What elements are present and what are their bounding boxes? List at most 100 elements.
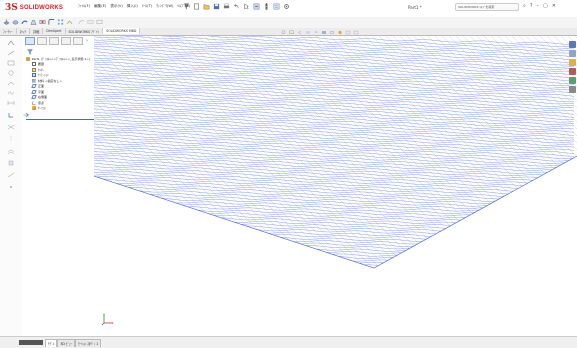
menu-file[interactable]: ﾌｧｲﾙ(F) xyxy=(78,4,90,9)
zoom-area-icon[interactable] xyxy=(289,30,295,35)
scroll-arrows[interactable] xyxy=(19,340,43,345)
arc-tool-icon[interactable] xyxy=(7,80,15,86)
graphics-area[interactable] xyxy=(94,36,577,336)
tree-node-label: Part1 (ﾃﾞﾌｫﾙﾄ<<ﾃﾞﾌｫﾙﾄ>>_表示状態 1>) xyxy=(32,56,91,61)
undo-icon[interactable] xyxy=(233,3,240,10)
view-palette-icon[interactable] xyxy=(569,68,576,75)
print-icon[interactable] xyxy=(223,3,230,10)
tab-motion-study[interactable]: ﾓｰｼｮﾝ ｽﾀﾃﾞｨ 1 xyxy=(75,339,102,347)
dimxpert-manager-tab[interactable] xyxy=(61,37,71,45)
appearance-icon[interactable] xyxy=(337,30,343,35)
cut-icon[interactable] xyxy=(39,18,46,26)
maximize-button[interactable]: ▢ xyxy=(543,3,548,9)
tree-node-surface[interactable]: ｻｰﾌｪｽ xyxy=(26,106,94,112)
view-orientation-icon[interactable] xyxy=(313,30,319,35)
menu-tools[interactable]: ﾂｰﾙ(T) xyxy=(142,4,152,9)
spline-tool-icon[interactable] xyxy=(7,90,15,96)
file-explorer-icon[interactable] xyxy=(569,59,576,66)
save-icon[interactable] xyxy=(213,3,220,10)
filter-icon[interactable] xyxy=(27,49,33,55)
design-library-icon[interactable] xyxy=(569,50,576,57)
solidworks-resources-icon[interactable] xyxy=(569,41,576,48)
panel-expand-icon[interactable]: › xyxy=(86,38,88,44)
display-settings-icon[interactable] xyxy=(353,30,359,35)
appearances-icon[interactable] xyxy=(569,77,576,84)
convert-tool-icon[interactable] xyxy=(7,160,15,166)
display-style-icon[interactable] xyxy=(321,30,327,35)
document-title: Part1 * xyxy=(408,5,422,10)
traffic-light-icon[interactable] xyxy=(263,3,270,10)
select-icon[interactable] xyxy=(243,3,250,10)
tab-evaluate[interactable]: 評価 xyxy=(30,28,44,34)
rectangle-tool-icon[interactable] xyxy=(7,60,15,66)
menu-window[interactable]: ｳｨﾝﾄﾞｳ(W) xyxy=(156,4,173,9)
hide-show-icon[interactable] xyxy=(329,30,335,35)
tab-mbd[interactable]: SOLIDWORKS MBD xyxy=(103,28,141,34)
revolve-icon[interactable] xyxy=(12,18,19,26)
gear-icon[interactable] xyxy=(283,3,290,10)
part-icon xyxy=(26,56,30,61)
open-folder-icon[interactable] xyxy=(203,3,210,10)
minimize-button[interactable]: – xyxy=(536,3,539,9)
fillet-icon[interactable] xyxy=(48,18,55,26)
curves-icon[interactable] xyxy=(78,18,85,26)
scene-icon[interactable] xyxy=(345,30,351,35)
tab-sketch[interactable]: ｽｹｯﾁ xyxy=(17,28,30,34)
help-search-input[interactable]: SOLIDWORKS ﾍﾙﾌﾟを検索 xyxy=(455,3,519,11)
tree-node-label: ｱﾉﾃｰｼｮﾝ xyxy=(38,73,49,78)
mirror-tool-icon[interactable] xyxy=(7,136,15,142)
tree-node-part[interactable]: Part1 (ﾃﾞﾌｫﾙﾄ<<ﾃﾞﾌｫﾙﾄ>>_表示状態 1>) xyxy=(26,56,94,62)
pin-icon[interactable] xyxy=(183,3,190,10)
tree-node-label: 右側面 xyxy=(38,95,48,100)
extrude-icon[interactable] xyxy=(3,18,10,26)
sketch-tool-icon[interactable] xyxy=(7,40,15,46)
tab-features[interactable]: ﾌｨｰﾁｬｰ xyxy=(0,28,17,34)
custom-properties-icon[interactable] xyxy=(569,86,576,93)
sensor-icon xyxy=(32,67,36,72)
sweep-icon[interactable] xyxy=(21,18,28,26)
plane-icon xyxy=(31,84,37,89)
rebuild-icon[interactable] xyxy=(253,3,260,10)
solidworks-logo[interactable]: 3S SOLIDWORKS xyxy=(5,2,63,13)
point-tool-icon[interactable] xyxy=(7,184,15,190)
offset-tool-icon[interactable] xyxy=(7,148,15,154)
close-button[interactable]: ✕ xyxy=(552,3,556,9)
menu-insert[interactable]: 挿入(I) xyxy=(127,4,138,9)
previous-view-icon[interactable] xyxy=(297,30,303,35)
tree-node-label: ｾﾝｻｰ xyxy=(38,67,45,72)
instant3d-icon[interactable] xyxy=(87,18,94,26)
tab-3d-views[interactable]: 3D ﾋﾞｭｰ xyxy=(57,339,76,347)
mesh-boundary xyxy=(94,155,577,269)
search-icon[interactable]: ⌕ xyxy=(523,3,526,9)
tab-dimxpert[interactable]: DimXpert xyxy=(43,28,66,34)
trim-tool-icon[interactable] xyxy=(7,124,15,130)
menu-view[interactable]: 表示(V) xyxy=(110,4,122,9)
help-button[interactable]: ? xyxy=(530,3,533,9)
rollback-arrow-icon[interactable] xyxy=(23,112,29,118)
relation-tool-icon[interactable] xyxy=(7,112,15,118)
section-view-icon[interactable] xyxy=(305,30,311,35)
line-tool-icon[interactable] xyxy=(7,50,15,56)
feature-tree-tab[interactable] xyxy=(25,37,35,45)
circle-tool-icon[interactable] xyxy=(7,70,15,76)
tree-node-label: 平面 xyxy=(38,89,45,94)
feature-manager-tabs xyxy=(25,37,83,45)
options-icon[interactable] xyxy=(273,3,280,10)
reference-geometry-icon[interactable] xyxy=(66,18,73,26)
display-manager-tab[interactable] xyxy=(73,37,83,45)
property-manager-tab[interactable] xyxy=(37,37,47,45)
menu-edit[interactable]: 編集(E) xyxy=(94,4,106,9)
smart-dimension-icon[interactable] xyxy=(7,172,15,178)
rollback-bar[interactable] xyxy=(26,119,94,120)
tab-model[interactable]: ﾓﾃﾞﾙ xyxy=(45,339,58,347)
configuration-manager-tab[interactable] xyxy=(49,37,59,45)
tab-addins[interactable]: SOLIDWORKS ｱﾄﾞｲﾝ xyxy=(66,28,104,34)
surface-mesh xyxy=(94,36,577,269)
zoom-to-fit-icon[interactable] xyxy=(281,30,287,35)
new-document-icon[interactable] xyxy=(193,3,200,10)
shell-icon[interactable] xyxy=(96,18,103,26)
feature-manager-panel: › Part1 (ﾃﾞﾌｫﾙﾄ<<ﾃﾞﾌｫﾙﾄ>>_表示状態 1>) 履歴 ｾﾝ… xyxy=(22,36,95,336)
dimension-tool-icon[interactable] xyxy=(7,100,15,106)
pattern-icon[interactable] xyxy=(57,18,64,26)
loft-icon[interactable] xyxy=(30,18,37,26)
